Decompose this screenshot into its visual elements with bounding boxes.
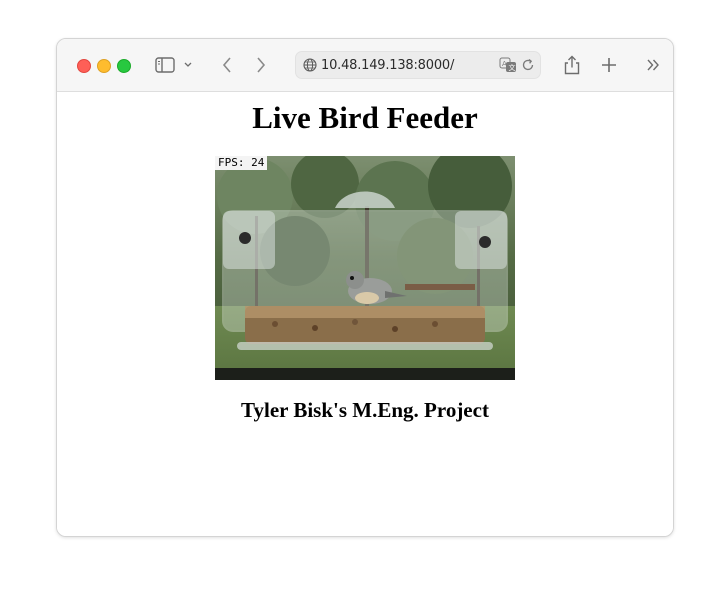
close-window-button[interactable] [77,59,91,73]
project-subtitle: Tyler Bisk's M.Eng. Project [241,398,489,422]
browser-toolbar: 10.48.149.138:8000/ A文 [57,39,673,92]
live-video-feed: FPS: 24 [215,156,515,380]
share-icon[interactable] [560,53,584,77]
fps-counter: FPS: 24 [215,156,268,170]
chevron-down-icon[interactable] [181,53,195,77]
more-icon[interactable] [641,53,665,77]
page-content: Live Bird Feeder FPS: 24 Tyler Bisk's M.… [57,92,673,536]
address-url: 10.48.149.138:8000/ [321,58,455,73]
new-tab-icon[interactable] [597,53,621,77]
reload-icon[interactable] [521,58,535,72]
back-icon[interactable] [215,53,239,77]
sidebar-icon[interactable] [153,53,177,77]
translate-icon[interactable]: A文 [499,57,517,73]
forward-icon[interactable] [249,53,273,77]
address-bar[interactable]: 10.48.149.138:8000/ A文 [295,51,541,79]
browser-window: 10.48.149.138:8000/ A文 Live Bird Feeder [56,38,674,537]
globe-icon [303,58,317,72]
svg-text:文: 文 [509,63,516,72]
zoom-window-button[interactable] [117,59,131,73]
svg-text:A: A [502,60,507,68]
bird-feeder-image [215,156,515,380]
minimize-window-button[interactable] [97,59,111,73]
page-title: Live Bird Feeder [252,100,478,135]
